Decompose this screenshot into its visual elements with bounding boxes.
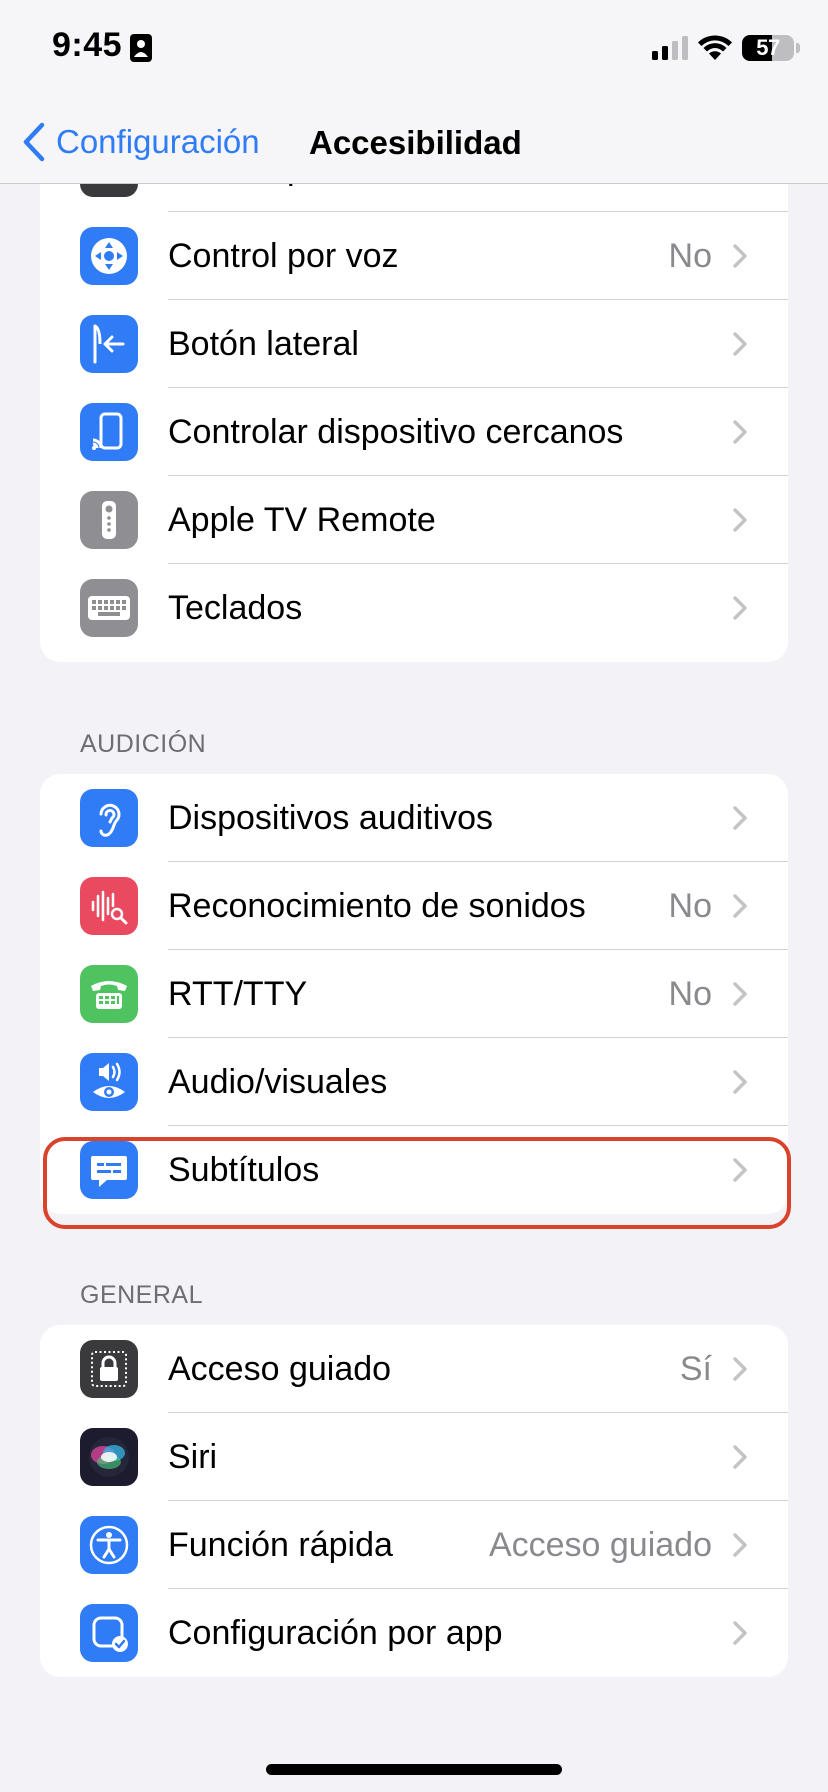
cellular-signal-icon	[652, 36, 688, 60]
side-button-icon	[80, 315, 138, 373]
sound-recognition-icon	[80, 877, 138, 935]
navigation-bar: Configuración Accesibilidad	[0, 100, 828, 184]
row-label: Siri	[168, 1438, 218, 1476]
chevron-left-icon	[23, 122, 45, 162]
row-label: Controlar dispositivo cercanos	[168, 413, 624, 451]
chevron-right-icon	[733, 244, 747, 268]
row-per-app-settings[interactable]: Configuración por app	[40, 1589, 788, 1677]
row-voice-control[interactable]: Control por voz No	[40, 212, 788, 300]
row-subtitles[interactable]: Subtítulos	[40, 1126, 788, 1214]
interaction-group: Control por botón No Control por voz No …	[40, 184, 788, 662]
row-label: Configuración por app	[168, 1614, 503, 1652]
row-label: Acceso guiado	[168, 1350, 392, 1388]
audio-visual-icon	[80, 1053, 138, 1111]
siri-icon	[80, 1428, 138, 1486]
row-label: Reconocimiento de sonidos	[168, 887, 586, 925]
subtitles-icon	[80, 1141, 138, 1199]
chevron-right-icon	[733, 1533, 747, 1557]
chevron-right-icon	[733, 596, 747, 620]
general-group: Acceso guiado Sí Siri Función rápida Acc…	[40, 1325, 788, 1677]
row-value: No	[668, 887, 712, 925]
battery-tip	[796, 43, 800, 53]
row-side-button[interactable]: Botón lateral	[40, 300, 788, 388]
chevron-right-icon	[733, 1621, 747, 1645]
row-label: Teclados	[168, 589, 303, 627]
chevron-right-icon	[733, 1357, 747, 1381]
chevron-right-icon	[733, 1445, 747, 1469]
chevron-right-icon	[733, 332, 747, 356]
chevron-right-icon	[733, 508, 747, 532]
row-value: No	[669, 184, 712, 212]
row-label: RTT/TTY	[168, 975, 308, 1013]
row-value: No	[668, 975, 712, 1013]
voice-control-icon	[80, 227, 138, 285]
row-label: Función rápida	[168, 1526, 393, 1564]
row-audio-visual[interactable]: Audio/visuales	[40, 1038, 788, 1126]
row-accessibility-shortcut[interactable]: Función rápida Acceso guiado	[40, 1501, 788, 1589]
battery-icon: 57	[742, 35, 794, 61]
section-header-audicion: AUDICIÓN	[80, 730, 207, 758]
row-value: Acceso guiado	[488, 1526, 712, 1564]
lock-icon	[80, 1340, 138, 1398]
row-apple-tv-remote[interactable]: Apple TV Remote	[40, 476, 788, 564]
home-indicator[interactable]	[266, 1764, 562, 1775]
row-switch-control[interactable]: Control por botón No	[40, 184, 788, 212]
settings-list[interactable]: Control por botón No Control por voz No …	[0, 184, 828, 1792]
chevron-right-icon	[733, 894, 747, 918]
status-time: 9:45	[52, 26, 123, 64]
chevron-right-icon	[733, 982, 747, 1006]
row-hearing-devices[interactable]: Dispositivos auditivos	[40, 774, 788, 862]
chevron-right-icon	[733, 420, 747, 444]
section-header-general: GENERAL	[80, 1281, 203, 1309]
chevron-right-icon	[733, 806, 747, 830]
focus-badge-icon	[130, 34, 152, 62]
accessibility-shortcut-icon	[80, 1516, 138, 1574]
keyboard-icon	[80, 579, 138, 637]
row-label: Control por voz	[168, 237, 399, 275]
row-keyboards[interactable]: Teclados	[40, 564, 788, 652]
page-title: Accesibilidad	[309, 124, 522, 161]
back-button[interactable]: Configuración	[22, 118, 260, 166]
tv-remote-icon	[80, 491, 138, 549]
chevron-right-icon	[733, 1158, 747, 1182]
battery-level: 57	[756, 35, 780, 60]
wifi-icon	[698, 35, 732, 60]
row-siri[interactable]: Siri	[40, 1413, 788, 1501]
per-app-settings-icon	[80, 1604, 138, 1662]
row-control-nearby-devices[interactable]: Controlar dispositivo cercanos	[40, 388, 788, 476]
row-label: Audio/visuales	[168, 1063, 388, 1101]
row-rtt-tty[interactable]: RTT/TTY No	[40, 950, 788, 1038]
row-guided-access[interactable]: Acceso guiado Sí	[40, 1325, 788, 1413]
row-label: Apple TV Remote	[168, 501, 436, 539]
tty-phone-icon	[80, 965, 138, 1023]
ear-icon	[80, 789, 138, 847]
row-value: No	[668, 237, 712, 275]
row-label: Control por botón	[168, 184, 431, 212]
switch-control-icon	[80, 184, 138, 197]
row-sound-recognition[interactable]: Reconocimiento de sonidos No	[40, 862, 788, 950]
back-label: Configuración	[56, 123, 260, 160]
chevron-right-icon	[733, 1070, 747, 1094]
row-label: Dispositivos auditivos	[168, 799, 494, 837]
row-value: Sí	[679, 1350, 712, 1388]
row-label: Botón lateral	[168, 325, 359, 363]
row-label: Subtítulos	[168, 1151, 320, 1189]
status-bar: 9:45 57	[0, 0, 828, 100]
nearby-devices-icon	[80, 403, 138, 461]
hearing-group: Dispositivos auditivos Reconocimiento de…	[40, 774, 788, 1214]
